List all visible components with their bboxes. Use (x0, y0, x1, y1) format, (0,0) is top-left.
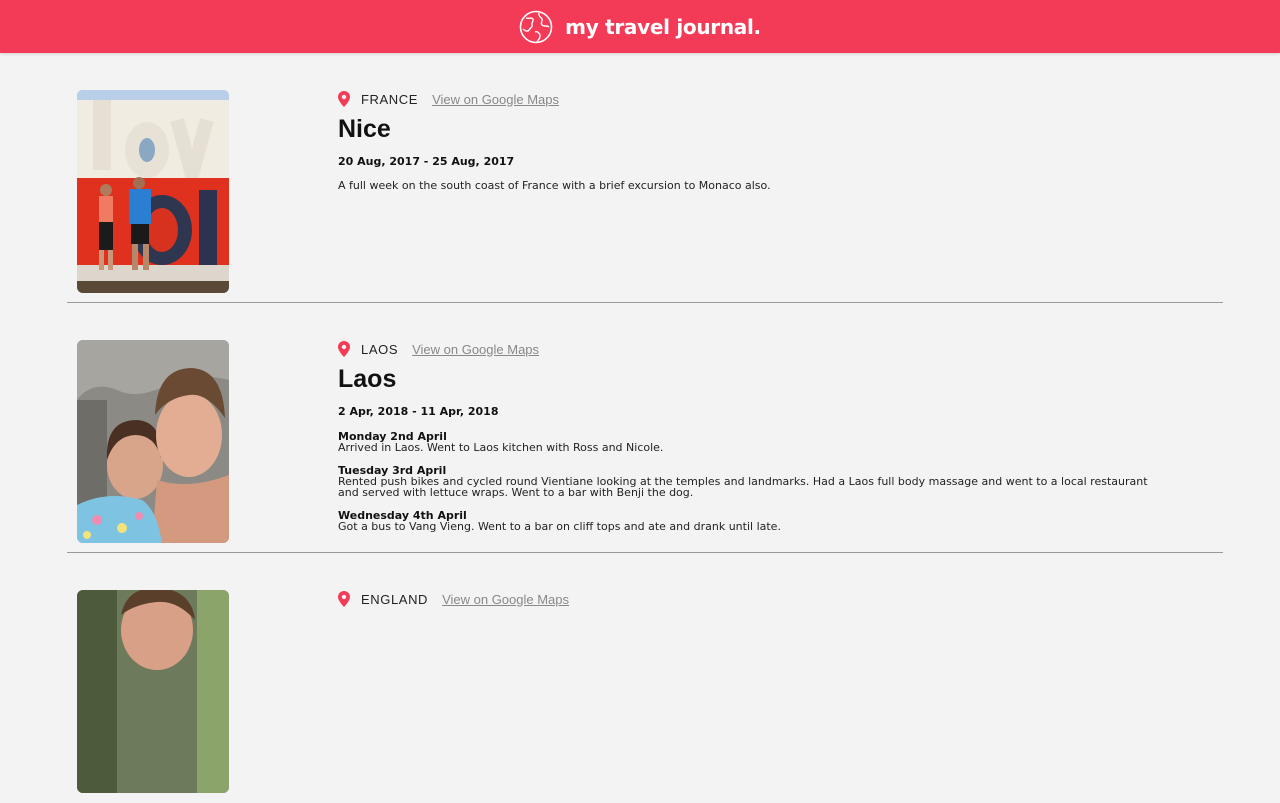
day-text: Got a bus to Vang Vieng. Went to a bar o… (338, 520, 781, 533)
location-pin-icon (338, 91, 350, 107)
day-entry: Tuesday 3rd April Rented push bikes and … (338, 465, 1158, 498)
entry-info: ENGLAND View on Google Maps (338, 590, 1158, 608)
location-pin-icon (338, 591, 350, 607)
journal-entry: LAOS View on Google Maps Laos 2 Apr, 201… (0, 303, 1280, 553)
entry-place-title: Nice (338, 115, 391, 143)
england-photo-image (77, 590, 229, 793)
entry-day-list: Monday 2nd April Arrived in Laos. Went t… (338, 431, 1158, 532)
entry-info: LAOS View on Google Maps Laos 2 Apr, 201… (338, 340, 1158, 532)
google-maps-link[interactable]: View on Google Maps (442, 592, 569, 607)
brand[interactable]: my travel journal. (519, 10, 761, 44)
entry-info: FRANCE View on Google Maps Nice 20 Aug, … (338, 90, 1158, 192)
entry-country: FRANCE (361, 91, 419, 107)
entry-dates: 2 Apr, 2018 - 11 Apr, 2018 (338, 405, 499, 418)
entry-place-title: Laos (338, 365, 397, 393)
journal-entry: FRANCE View on Google Maps Nice 20 Aug, … (0, 53, 1280, 303)
globe-icon (519, 10, 553, 43)
laos-photo-image (77, 340, 229, 543)
day-entry: Wednesday 4th April Got a bus to Vang Vi… (338, 510, 1158, 532)
entry-country: ENGLAND (361, 591, 429, 607)
location-pin-icon (338, 341, 350, 357)
entry-photo (77, 590, 229, 793)
entry-photo (77, 340, 229, 543)
entry-photo (77, 90, 229, 293)
google-maps-link[interactable]: View on Google Maps (412, 342, 539, 357)
location-row: ENGLAND View on Google Maps (338, 590, 1158, 608)
journal-entries: FRANCE View on Google Maps Nice 20 Aug, … (0, 53, 1280, 803)
day-text: Arrived in Laos. Went to Laos kitchen wi… (338, 441, 664, 454)
entry-description: A full week on the south coast of France… (338, 179, 771, 192)
nice-photo-image (77, 90, 229, 293)
day-entry: Monday 2nd April Arrived in Laos. Went t… (338, 431, 1158, 453)
location-row: FRANCE View on Google Maps (338, 90, 1158, 108)
app-header: my travel journal. (0, 0, 1280, 53)
location-row: LAOS View on Google Maps (338, 340, 1158, 358)
entry-dates: 20 Aug, 2017 - 25 Aug, 2017 (338, 155, 515, 168)
entry-country: LAOS (361, 341, 399, 357)
journal-entry: ENGLAND View on Google Maps (0, 553, 1280, 803)
day-text: Rented push bikes and cycled round Vient… (338, 475, 1148, 499)
app-title: my travel journal. (565, 14, 761, 39)
google-maps-link[interactable]: View on Google Maps (432, 92, 559, 107)
